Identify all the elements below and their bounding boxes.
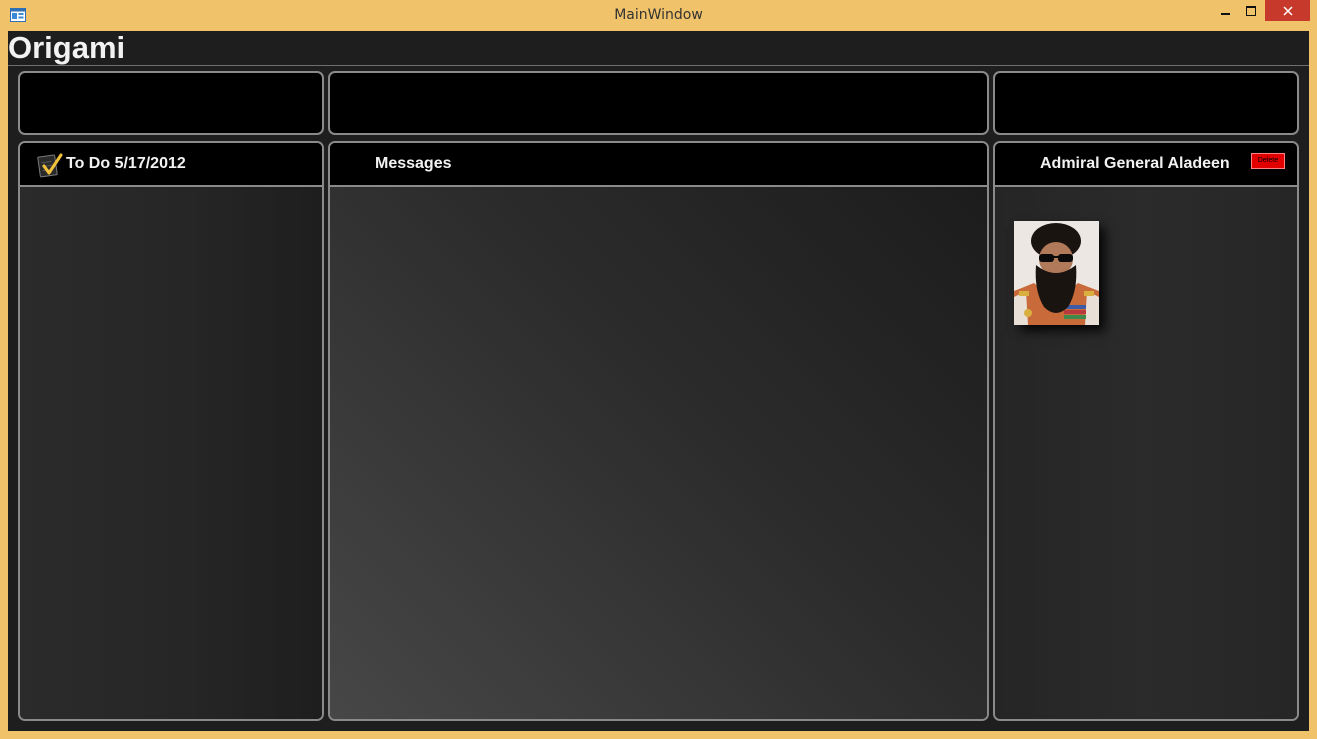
avatar[interactable] xyxy=(1014,221,1099,325)
client-area: Origami To Do 5/17/2012 Messages Admiral… xyxy=(8,31,1309,731)
messages-title: Messages xyxy=(375,155,452,172)
profile-tile[interactable]: Admiral General Aladeen Delete xyxy=(993,141,1299,721)
maximize-button[interactable] xyxy=(1238,0,1264,21)
messages-tile[interactable]: Messages xyxy=(328,141,989,721)
close-icon xyxy=(1282,5,1293,16)
messages-tile-header: Messages xyxy=(330,143,987,187)
app-title: Origami xyxy=(8,31,126,65)
maximize-icon xyxy=(1246,5,1256,16)
top-tile-right[interactable] xyxy=(993,71,1299,135)
delete-button[interactable]: Delete xyxy=(1251,153,1285,169)
window-title: MainWindow xyxy=(614,7,703,23)
profile-body xyxy=(995,187,1297,719)
todo-tile[interactable]: To Do 5/17/2012 xyxy=(18,141,324,721)
top-tile-center[interactable] xyxy=(328,71,989,135)
profile-tile-header: Admiral General Aladeen Delete xyxy=(995,143,1297,187)
profile-name: Admiral General Aladeen xyxy=(1040,155,1230,172)
todo-title: To Do 5/17/2012 xyxy=(66,155,186,172)
todo-list[interactable] xyxy=(20,187,322,719)
minimize-icon xyxy=(1220,12,1230,15)
title-bar[interactable]: MainWindow xyxy=(0,0,1317,31)
main-window: MainWindow Origami To Do 5/17/2012 Messa… xyxy=(0,0,1317,739)
todo-tile-header: To Do 5/17/2012 xyxy=(20,143,322,187)
close-button[interactable] xyxy=(1265,0,1310,21)
top-tile-left[interactable] xyxy=(18,71,324,135)
title-divider xyxy=(8,65,1309,66)
messages-list[interactable] xyxy=(330,187,987,719)
minimize-button[interactable] xyxy=(1212,0,1238,21)
checklist-icon xyxy=(37,153,63,178)
